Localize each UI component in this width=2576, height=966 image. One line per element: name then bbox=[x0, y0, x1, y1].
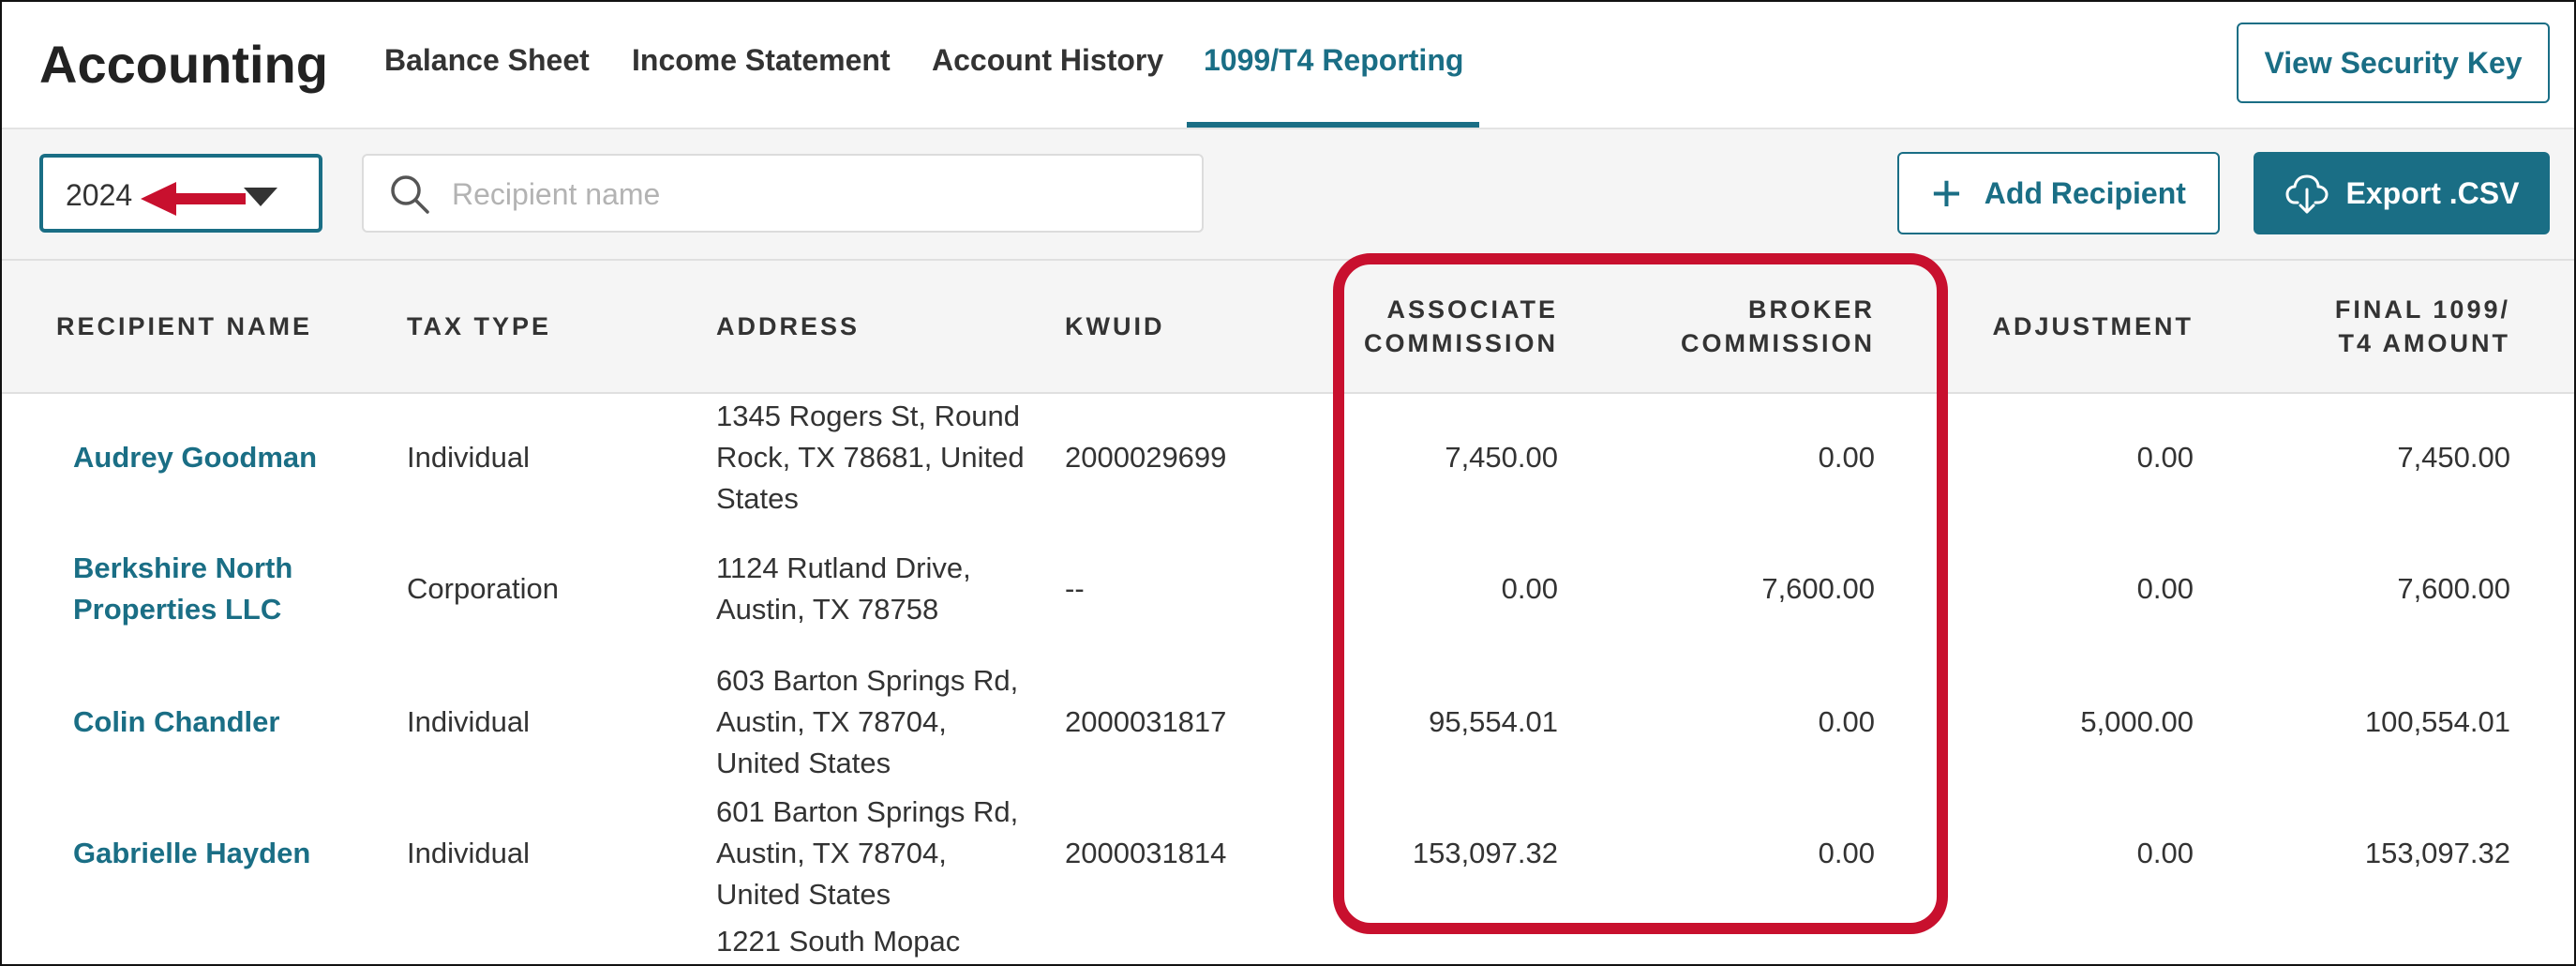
table-row: Colin Chandler Individual 603 Barton Spr… bbox=[2, 660, 2574, 792]
column-header-kwuid[interactable]: KWUID bbox=[1065, 309, 1164, 343]
search-icon bbox=[391, 175, 429, 214]
recipient-name-link[interactable]: Berkshire North Properties LLC bbox=[73, 548, 292, 630]
table-row: 1221 South Mopac bbox=[2, 921, 2574, 964]
export-csv-label: Export .CSV bbox=[2345, 175, 2520, 210]
table-header: RECIPIENT NAME TAX TYPE ADDRESS KWUID AS… bbox=[2, 261, 2574, 394]
add-recipient-button[interactable]: + Add Recipient bbox=[1897, 152, 2220, 234]
active-tab-indicator bbox=[1187, 122, 1479, 128]
recipient-name-link[interactable]: Gabrielle Hayden bbox=[73, 833, 310, 874]
address: 1345 Rogers St, Round Rock, TX 78681, Un… bbox=[716, 396, 1025, 520]
kwuid: 2000029699 bbox=[1065, 441, 1227, 474]
associate-commission: 153,097.32 bbox=[1412, 837, 1558, 869]
table-row: Berkshire North Properties LLC Corporati… bbox=[2, 529, 2574, 657]
column-header-line: COMMISSION bbox=[1363, 329, 1558, 357]
associate-commission: 7,450.00 bbox=[1445, 441, 1558, 474]
associate-commission: 95,554.01 bbox=[1429, 705, 1558, 738]
broker-commission: 0.00 bbox=[1818, 441, 1875, 474]
column-header-recipient-name[interactable]: RECIPIENT NAME bbox=[56, 309, 312, 343]
search-box bbox=[362, 154, 1204, 233]
column-header-line: ASSOCIATE bbox=[1386, 295, 1558, 324]
broker-commission: 7,600.00 bbox=[1761, 572, 1875, 605]
adjustment: 0.00 bbox=[2136, 441, 2194, 474]
column-header-adjustment[interactable]: ADJUSTMENT bbox=[1933, 309, 2194, 343]
recipient-name-link[interactable]: Colin Chandler bbox=[73, 702, 279, 743]
page-title: Accounting bbox=[39, 35, 328, 94]
recipient-name-link[interactable]: Audrey Goodman bbox=[73, 437, 317, 478]
kwuid: 2000031817 bbox=[1065, 705, 1227, 738]
plus-icon: + bbox=[1931, 163, 1962, 222]
final-amount: 7,600.00 bbox=[2397, 572, 2510, 605]
red-arrow-annotation bbox=[141, 182, 246, 216]
column-header-address[interactable]: ADDRESS bbox=[716, 309, 860, 343]
address-line: United States bbox=[716, 878, 891, 911]
address-line: 1345 Rogers St, Round bbox=[716, 400, 1020, 432]
address-line: Austin, TX 78758 bbox=[716, 593, 939, 626]
tax-type: Corporation bbox=[407, 572, 559, 605]
column-header-associate-commission[interactable]: ASSOCIATE COMMISSION bbox=[1333, 293, 1558, 360]
final-amount: 100,554.01 bbox=[2364, 705, 2510, 738]
broker-commission: 0.00 bbox=[1818, 837, 1875, 869]
address-line: United States bbox=[716, 747, 891, 779]
final-amount: 7,450.00 bbox=[2397, 441, 2510, 474]
address-line: 1221 South Mopac bbox=[716, 925, 961, 958]
broker-commission: 0.00 bbox=[1818, 705, 1875, 738]
tab-account-history[interactable]: Account History bbox=[932, 43, 1163, 78]
address-line: 601 Barton Springs Rd, bbox=[716, 795, 1019, 828]
tab-balance-sheet[interactable]: Balance Sheet bbox=[384, 43, 590, 78]
tax-type: Individual bbox=[407, 837, 530, 869]
address: 603 Barton Springs Rd, Austin, TX 78704,… bbox=[716, 660, 1018, 784]
cloud-download-icon bbox=[2285, 174, 2329, 214]
toolbar: 2024 + Add Recipient Export .CSV bbox=[2, 129, 2574, 261]
column-header-line: BROKER bbox=[1747, 295, 1875, 324]
adjustment: 0.00 bbox=[2136, 837, 2194, 869]
address-line: Rock, TX 78681, United bbox=[716, 441, 1025, 474]
year-value: 2024 bbox=[66, 178, 133, 212]
app-frame: Accounting Balance Sheet Income Statemen… bbox=[0, 0, 2576, 966]
tax-type: Individual bbox=[407, 441, 530, 474]
adjustment: 0.00 bbox=[2136, 572, 2194, 605]
address-line: Austin, TX 78704, bbox=[716, 705, 947, 738]
column-header-broker-commission[interactable]: BROKER COMMISSION bbox=[1633, 293, 1875, 360]
kwuid: 2000031814 bbox=[1065, 837, 1227, 869]
address-line: Austin, TX 78704, bbox=[716, 837, 947, 869]
tab-1099-t4-reporting[interactable]: 1099/T4 Reporting bbox=[1204, 43, 1463, 78]
column-header-line: T4 AMOUNT bbox=[2338, 329, 2510, 357]
table-row: Gabrielle Hayden Individual 601 Barton S… bbox=[2, 792, 2574, 923]
column-header-line: COMMISSION bbox=[1680, 329, 1875, 357]
tax-type: Individual bbox=[407, 705, 530, 738]
top-nav: Accounting Balance Sheet Income Statemen… bbox=[2, 2, 2574, 129]
recipient-name-line: Berkshire North bbox=[73, 551, 293, 584]
recipient-name-line: Properties LLC bbox=[73, 593, 282, 626]
address: 601 Barton Springs Rd, Austin, TX 78704,… bbox=[716, 792, 1018, 915]
associate-commission: 0.00 bbox=[1501, 572, 1558, 605]
recipient-search-input[interactable] bbox=[450, 171, 1166, 218]
address-line: 603 Barton Springs Rd, bbox=[716, 664, 1019, 697]
adjustment: 5,000.00 bbox=[2080, 705, 2194, 738]
add-recipient-label: Add Recipient bbox=[1984, 175, 2186, 210]
address: 1221 South Mopac bbox=[716, 921, 960, 962]
address-line: States bbox=[716, 482, 799, 515]
kwuid: -- bbox=[1065, 572, 1085, 605]
column-header-final-amount[interactable]: FINAL 1099/ T4 AMOUNT bbox=[2252, 293, 2510, 360]
column-header-tax-type[interactable]: TAX TYPE bbox=[407, 309, 551, 343]
tab-income-statement[interactable]: Income Statement bbox=[632, 43, 891, 78]
view-security-key-button[interactable]: View Security Key bbox=[2237, 23, 2550, 103]
column-header-line: FINAL 1099/ bbox=[2334, 295, 2510, 324]
export-csv-button[interactable]: Export .CSV bbox=[2254, 152, 2550, 234]
address: 1124 Rutland Drive, Austin, TX 78758 bbox=[716, 548, 971, 630]
table-row: Audrey Goodman Individual 1345 Rogers St… bbox=[2, 396, 2574, 529]
address-line: 1124 Rutland Drive, bbox=[716, 551, 971, 584]
final-amount: 153,097.32 bbox=[2364, 837, 2510, 869]
